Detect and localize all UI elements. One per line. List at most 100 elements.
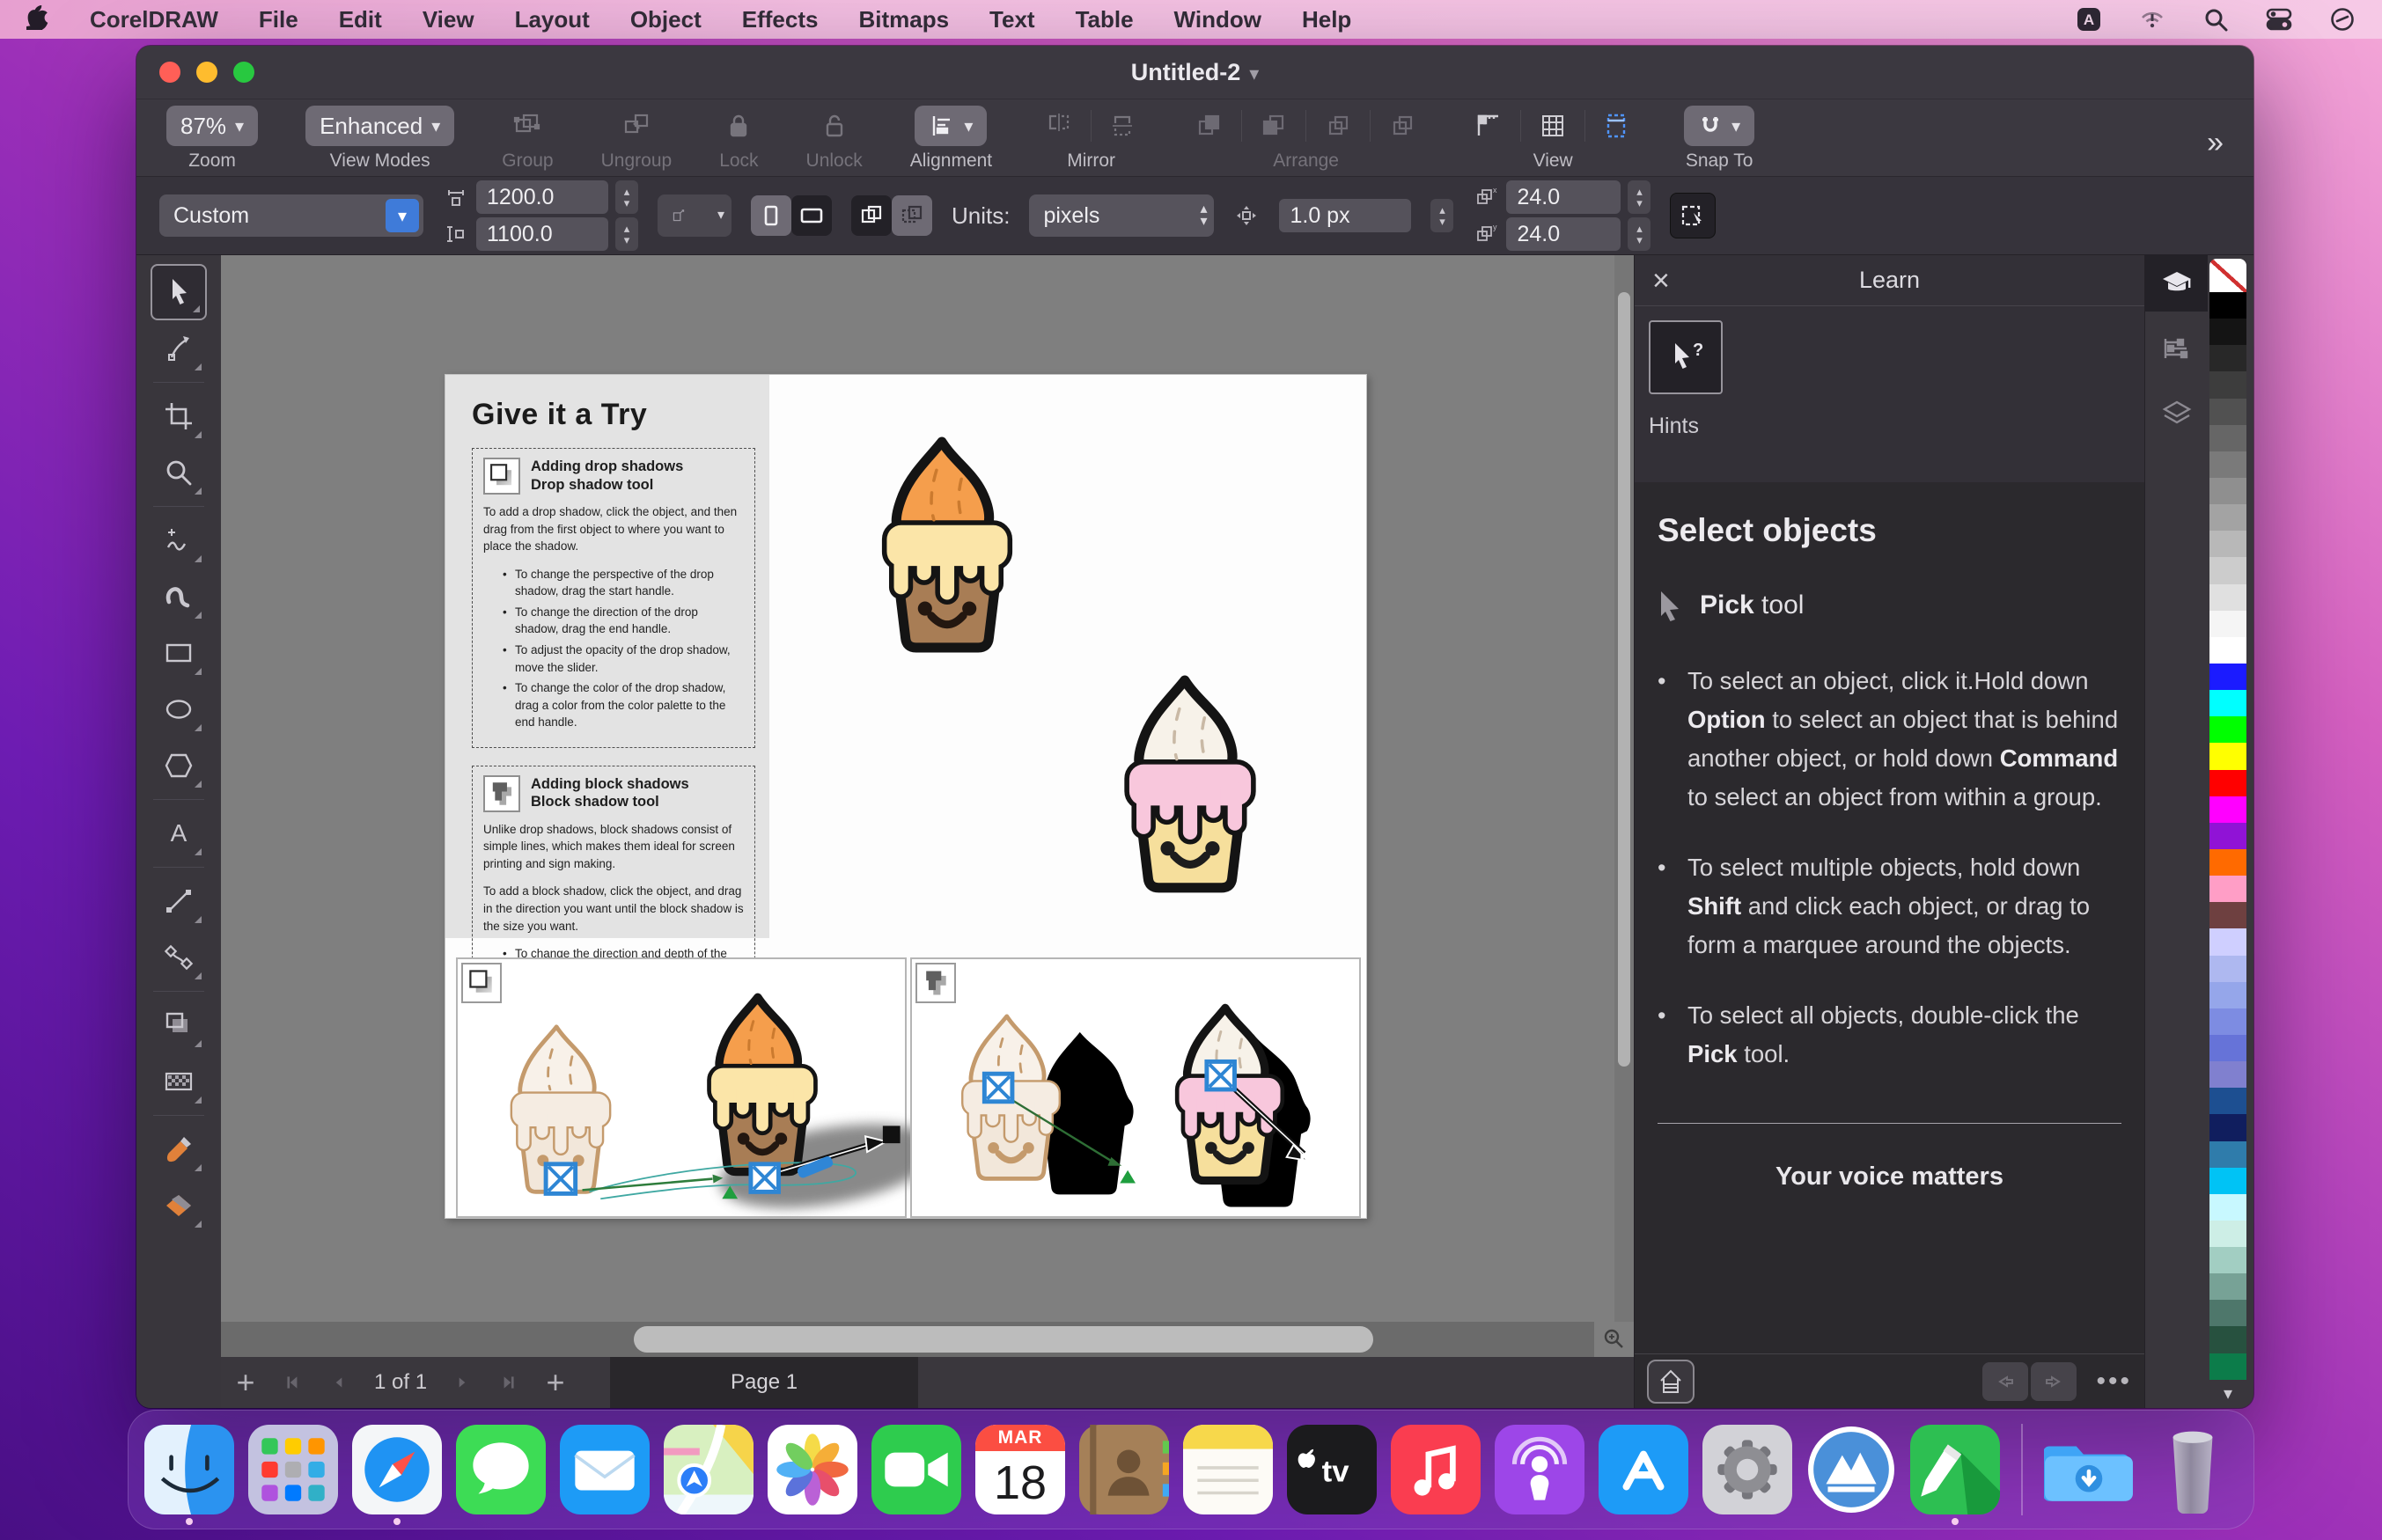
swatch-101e5e[interactable]	[2209, 1114, 2246, 1140]
ellipse-tool[interactable]	[151, 681, 207, 737]
zoom-tool[interactable]	[151, 444, 207, 501]
horizontal-scrollbar[interactable]	[221, 1322, 1594, 1357]
dock-system-preferences[interactable]	[1702, 1425, 1792, 1514]
dock-facetime[interactable]	[871, 1425, 961, 1514]
swatch-ff00ff[interactable]	[2209, 796, 2246, 823]
dock-mountain-app[interactable]	[1806, 1425, 1896, 1514]
group-button[interactable]	[508, 106, 547, 145]
all-pages-button[interactable]	[851, 195, 892, 236]
add-page-button-left[interactable]: +	[221, 1357, 270, 1408]
swatch-f5f5f5[interactable]	[2209, 611, 2246, 637]
landscape-orientation-button[interactable]	[791, 195, 832, 236]
swatch-000000[interactable]	[2209, 292, 2246, 319]
alignment-dropdown[interactable]: ▾	[915, 106, 987, 146]
previous-page-button[interactable]	[316, 1357, 362, 1408]
duplicate-x-stepper[interactable]: ▴▾	[1628, 180, 1650, 214]
shape-tool[interactable]	[151, 320, 207, 377]
add-page-button-right[interactable]: +	[531, 1357, 580, 1408]
snap-to-dropdown[interactable]: ▾	[1684, 106, 1754, 146]
swatch-none[interactable]	[2209, 259, 2246, 292]
polygon-tool[interactable]	[151, 737, 207, 794]
forward-button[interactable]	[2031, 1362, 2077, 1401]
hints-tool-button[interactable]: ?	[1649, 320, 1723, 394]
swatch-00ff00[interactable]	[2209, 716, 2246, 743]
swatch-27513f[interactable]	[2209, 1326, 2246, 1353]
swatch-9013d6[interactable]	[2209, 823, 2246, 849]
menu-item-edit[interactable]: Edit	[339, 6, 382, 33]
title-bar[interactable]: Untitled-2▾	[136, 46, 2253, 99]
swatch-b8b8b8[interactable]	[2209, 531, 2246, 557]
swatch-ff9ec6[interactable]	[2209, 876, 2246, 902]
swatch-e0e0e0[interactable]	[2209, 584, 2246, 611]
page-size-preset-dropdown[interactable]: Custom ▾	[159, 194, 423, 237]
swatch-ff6a00[interactable]	[2209, 849, 2246, 876]
to-front-button[interactable]	[1190, 106, 1229, 145]
treat-as-filled-button[interactable]	[1670, 193, 1716, 238]
close-window-button[interactable]	[159, 62, 180, 83]
dock-contacts[interactable]	[1079, 1425, 1169, 1514]
menu-item-object[interactable]: Object	[630, 6, 702, 33]
swatch-7a7a7a[interactable]	[2209, 451, 2246, 478]
dock-safari[interactable]	[352, 1425, 442, 1514]
dock-messages[interactable]	[456, 1425, 546, 1514]
spotlight-icon[interactable]	[2202, 6, 2229, 33]
menu-item-text[interactable]: Text	[989, 6, 1035, 33]
mirror-vertical-button[interactable]	[1104, 106, 1143, 145]
objects-docker-tab[interactable]	[2145, 385, 2209, 442]
swatch-cccccc[interactable]	[2209, 557, 2246, 583]
document-page[interactable]: Give it a Try Adding drop shadowsDrop sh…	[445, 374, 1367, 1219]
control-center-icon[interactable]	[2266, 6, 2292, 33]
sketch-cupcake-2[interactable]	[934, 1012, 1088, 1187]
menu-item-effects[interactable]: Effects	[742, 6, 819, 33]
more-options-icon[interactable]: •••	[2096, 1367, 2132, 1397]
dock-finder[interactable]	[144, 1425, 234, 1514]
duplicate-y-stepper[interactable]: ▴▾	[1628, 217, 1650, 251]
last-page-button[interactable]	[485, 1357, 531, 1408]
page-tab[interactable]: Page 1	[610, 1357, 918, 1408]
current-page-button[interactable]	[892, 195, 932, 236]
home-button[interactable]	[1647, 1360, 1695, 1404]
swatch-00c3f5[interactable]	[2209, 1168, 2246, 1194]
swatch-8080cf[interactable]	[2209, 1061, 2246, 1088]
menu-item-help[interactable]: Help	[1302, 6, 1351, 33]
back-button[interactable]	[1982, 1362, 2028, 1401]
menu-item-coreldraw[interactable]: CorelDRAW	[90, 6, 218, 33]
ungroup-button[interactable]	[617, 106, 656, 145]
cupcake-pink-demo[interactable]	[1148, 1003, 1312, 1190]
swatch-aeb8f0[interactable]	[2209, 956, 2246, 982]
swatch-282828[interactable]	[2209, 345, 2246, 371]
scale-factor-button[interactable]: ▾	[658, 194, 732, 237]
guidelines-button[interactable]	[1598, 106, 1636, 145]
to-back-button[interactable]	[1254, 106, 1293, 145]
swatch-141414[interactable]	[2209, 319, 2246, 345]
swatch-7d8ce2[interactable]	[2209, 1008, 2246, 1035]
dock-downloads[interactable]	[2044, 1425, 2134, 1514]
transparency-tool[interactable]	[151, 1053, 207, 1110]
swatch-515151[interactable]	[2209, 399, 2246, 425]
interactive-fill-tool[interactable]	[151, 1177, 207, 1234]
dock-calendar[interactable]: MAR18	[975, 1425, 1065, 1514]
learn-docker-tab[interactable]	[2145, 255, 2209, 312]
swatch-1d4f91[interactable]	[2209, 1088, 2246, 1114]
swatch-cfcfff[interactable]	[2209, 928, 2246, 955]
menu-item-layout[interactable]: Layout	[515, 6, 590, 33]
rulers-button[interactable]	[1469, 106, 1508, 145]
rectangle-tool[interactable]	[151, 625, 207, 681]
text-tool[interactable]: A	[151, 805, 207, 862]
apple-menu-icon[interactable]	[26, 4, 49, 36]
zoom-window-button[interactable]	[233, 62, 254, 83]
lock-button[interactable]	[719, 106, 758, 145]
swatch-00ffff[interactable]	[2209, 690, 2246, 716]
clock-icon[interactable]	[2329, 6, 2356, 33]
drop-shadow-tool[interactable]	[151, 997, 207, 1053]
swatch-666666[interactable]	[2209, 425, 2246, 451]
horizontal-scrollbar-thumb[interactable]	[634, 1326, 1373, 1353]
dock-notes[interactable]	[1183, 1425, 1273, 1514]
swatch-77a296[interactable]	[2209, 1273, 2246, 1300]
dock-app-store[interactable]	[1599, 1425, 1688, 1514]
grid-button[interactable]	[1533, 106, 1572, 145]
crop-tool[interactable]	[151, 388, 207, 444]
swatch-4e776b[interactable]	[2209, 1300, 2246, 1326]
zoom-level-dropdown[interactable]: 87%▾	[166, 106, 258, 146]
nudge-distance-field[interactable]: 1.0 px	[1279, 199, 1411, 232]
